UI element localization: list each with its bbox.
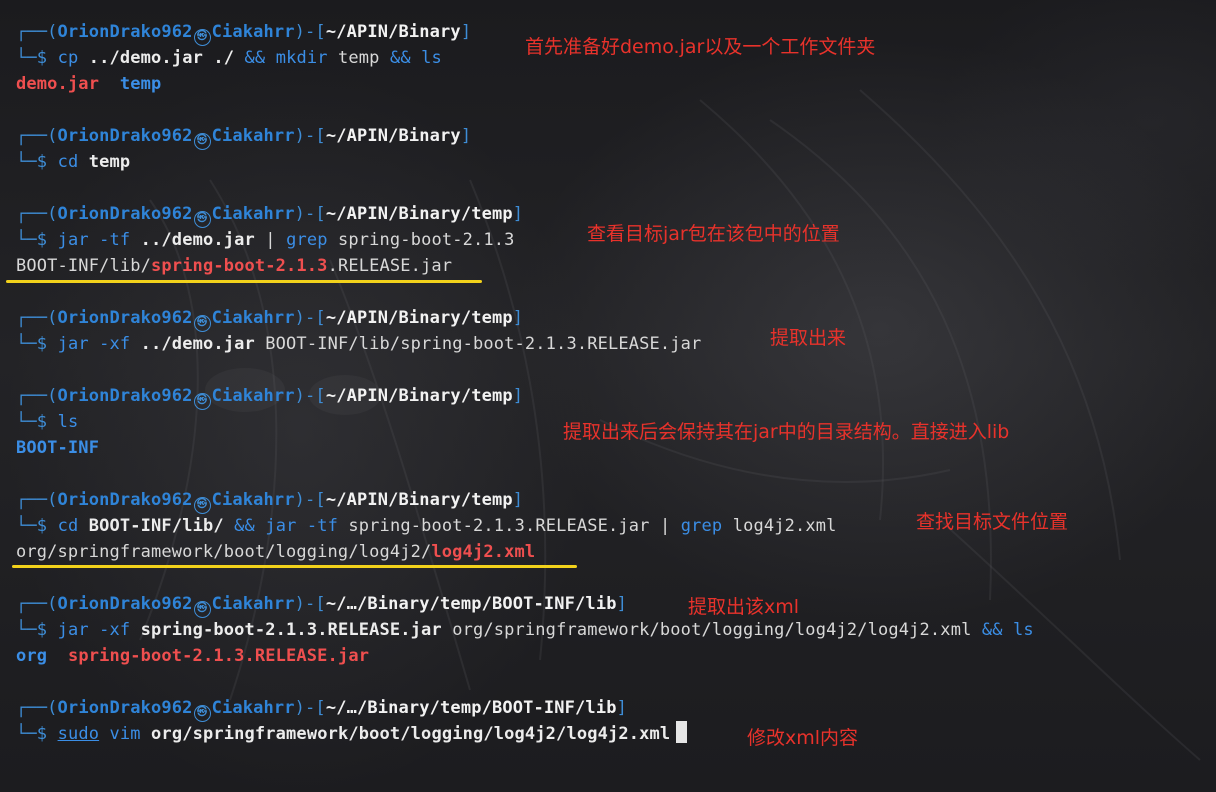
prompt-header: ┌──(OrionDrako962 ㉿ Ciakahrr)-[~/APIN/Bina… [16, 383, 523, 410]
directory-entry: temp [119, 74, 162, 94]
directory-entry: org [16, 646, 48, 666]
skull-icon: ㉿ [193, 601, 211, 618]
annotation-note: 提取出来后会保持其在jar中的目录结构。直接进入lib [563, 421, 1010, 443]
command-output: BOOT-INF [16, 435, 99, 461]
terminal-window[interactable]: ┌──(OrionDrako962 ㉿ Ciakahrr)-[~/APIN/Bina… [0, 0, 1216, 792]
prompt-header: ┌──(OrionDrako962 ㉿ Ciakahrr)-[~/…/Binary/… [16, 591, 627, 618]
prompt-header: ┌──(OrionDrako962 ㉿ Ciakahrr)-[~/APIN/Bina… [16, 201, 523, 228]
prompt-user: OrionDrako962 [57, 22, 193, 42]
skull-icon: ㉿ [193, 315, 211, 332]
highlight-underline [12, 565, 577, 568]
skull-icon: ㉿ [193, 393, 211, 410]
grep-match: log4j2.xml [431, 542, 536, 562]
skull-icon: ㉿ [193, 211, 211, 228]
prompt-header: ┌──(OrionDrako962 ㉿ Ciakahrr)-[~/APIN/Bina… [16, 305, 523, 332]
directory-entry: BOOT-INF [16, 438, 100, 458]
prompt-path: ~/APIN/Binary/temp [325, 204, 513, 224]
file-entry: spring-boot-2.1.3.RELEASE.jar [67, 646, 370, 666]
skull-icon: ㉿ [193, 133, 211, 150]
grep-match: spring-boot-2.1.3 [151, 256, 328, 276]
prompt-header: ┌──(OrionDrako962 ㉿ Ciakahrr)-[~/APIN/Bina… [16, 123, 471, 150]
command-line: └─$ ls [16, 412, 79, 432]
text-cursor [676, 721, 688, 743]
annotation-note: 提取出来 [770, 327, 847, 349]
command-line: └─$ cd temp [16, 152, 131, 172]
annotation-note: 修改xml内容 [747, 727, 859, 749]
annotation-note: 查看目标jar包在该包中的位置 [587, 223, 840, 245]
file-entry: demo.jar [16, 74, 100, 94]
skull-icon: ㉿ [193, 705, 211, 722]
command-line: └─$ jar -xf ../demo.jar BOOT-INF/lib/spr… [16, 334, 702, 354]
skull-icon: ㉿ [193, 497, 211, 514]
prompt-host: Ciakahrr [211, 22, 295, 42]
prompt-header: ┌──(OrionDrako962 ㉿ Ciakahrr)-[~/APIN/Bina… [16, 487, 523, 514]
skull-icon: ㉿ [193, 29, 211, 46]
annotation-note: 查找目标文件位置 [916, 511, 1069, 533]
command-line: └─$ cp ../demo.jar ./ && mkdir temp && l… [16, 48, 442, 68]
prompt-path: ~/APIN/Binary [325, 126, 461, 146]
command-output: org spring-boot-2.1.3.RELEASE.jar [16, 643, 369, 669]
command-line: └─$ cd BOOT-INF/lib/ && jar -tf spring-b… [16, 516, 837, 536]
command-output: demo.jar temp [16, 71, 161, 97]
annotation-note: 首先准备好demo.jar以及一个工作文件夹 [525, 36, 876, 58]
prompt-path: ~/APIN/Binary/temp [325, 386, 513, 406]
command-output: org/springframework/boot/logging/log4j2/… [16, 542, 536, 562]
prompt-path: ~/APIN/Binary [325, 22, 461, 42]
prompt-path: ~/APIN/Binary/temp [325, 490, 513, 510]
prompt-path: ~/…/Binary/temp/BOOT-INF/lib [325, 594, 617, 614]
annotation-note: 提取出该xml [688, 596, 800, 618]
command-line: └─$ jar -tf ../demo.jar | grep spring-bo… [16, 230, 515, 250]
command-line: └─$ jar -xf spring-boot-2.1.3.RELEASE.ja… [16, 620, 1034, 640]
prompt-header: ┌──(OrionDrako962 ㉿ Ciakahrr)-[~/APIN/Bina… [16, 19, 471, 46]
highlight-underline [6, 280, 482, 283]
prompt-path: ~/…/Binary/temp/BOOT-INF/lib [325, 698, 617, 718]
command-output: BOOT-INF/lib/spring-boot-2.1.3.RELEASE.j… [16, 256, 453, 276]
prompt-path: ~/APIN/Binary/temp [325, 308, 513, 328]
command-input-line[interactable]: └─$ sudo vim org/springframework/boot/lo… [16, 721, 688, 747]
prompt-header: ┌──(OrionDrako962 ㉿ Ciakahrr)-[~/…/Binary/… [16, 695, 627, 722]
